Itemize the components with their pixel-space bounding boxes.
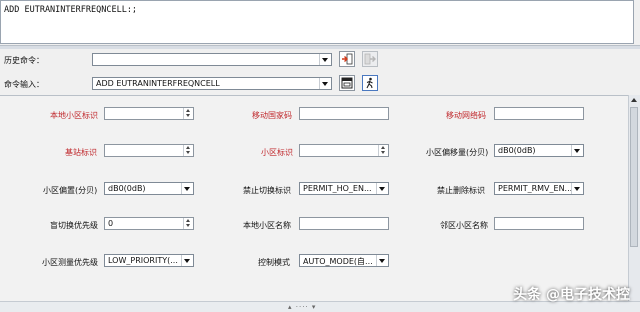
command-output-area[interactable]: ADD EUTRANINTERFREQNCELL:; [0,0,634,44]
local-cell-id-label: 本地小区标识 [50,111,98,120]
history-combo[interactable] [92,53,332,66]
ctrl-mode-label: 控制模式 [258,258,290,267]
chevron-down-icon[interactable] [319,54,331,65]
ctrl-mode-value: AUTO_MODE(自... [303,257,373,266]
command-value: ADD EUTRANINTERFREQNCELL [96,79,220,88]
cell-id-label: 小区标识 [261,148,293,157]
meas-priority-label: 小区测量优先级 [42,258,98,267]
cell-bias-label: 小区偏置(分贝) [43,186,98,195]
local-cell-name-input[interactable] [299,217,389,230]
grip-icon[interactable]: ▴ ···· ▾ [288,303,316,311]
cell-offset-label: 小区偏移量(分贝) [426,148,489,157]
no-ho-ind-value: PERMIT_HO_EN... [303,184,372,193]
chevron-down-icon[interactable] [376,255,388,266]
chevron-down-icon[interactable] [376,183,388,194]
mnc-input[interactable] [494,107,584,120]
local-cell-id-input[interactable] [104,107,194,120]
enodeb-id-label: 基站标识 [65,148,97,157]
chevron-down-icon[interactable] [571,145,583,156]
run-command-button[interactable] [362,75,378,91]
meas-priority-value: LOW_PRIORITY(... [108,256,178,265]
spinner-icon[interactable] [378,145,388,156]
spinner-icon[interactable] [183,218,193,229]
forward-icon [364,53,376,65]
blind-ho-priority-input[interactable]: 0 [104,217,194,230]
blind-ho-priority-label: 盲切换优先级 [50,221,98,230]
scroll-up-icon[interactable] [631,98,637,102]
blind-ho-priority-value: 0 [108,219,114,228]
mcc-input[interactable] [299,107,389,120]
command-combo[interactable]: ADD EUTRANINTERFREQNCELL [92,77,332,90]
history-label: 历史命令： [4,56,44,65]
cell-id-input[interactable] [299,144,389,157]
neighbour-cell-name-label: 邻区小区名称 [440,221,488,230]
ctrl-mode-select[interactable]: AUTO_MODE(自... [299,254,389,267]
splitter[interactable] [0,45,640,49]
no-ho-ind-label: 禁止切换标识 [243,186,291,195]
cell-offset-value: dB0(0dB) [498,146,536,155]
insert-history-button[interactable] [339,51,355,67]
no-ho-ind-select[interactable]: PERMIT_HO_EN... [299,182,389,195]
no-rmv-ind-value: PERMIT_RMV_EN... [498,184,573,193]
command-label: 命令输入： [4,80,44,89]
chevron-down-icon[interactable] [181,183,193,194]
watermark: 头条 @电子技术控 [513,287,630,303]
enodeb-id-input[interactable] [104,144,194,157]
chevron-down-icon[interactable] [571,183,583,194]
no-rmv-ind-select[interactable]: PERMIT_RMV_EN... [494,182,584,195]
command-output-text: ADD EUTRANINTERFREQNCELL:; [4,5,138,15]
cell-bias-select[interactable]: dB0(0dB) [104,182,194,195]
parameter-panel: 本地小区标识 移动国家码 移动网络码 基站标识 小区标识 小区偏移量(分贝) d… [0,95,628,302]
no-rmv-ind-label: 禁止删除标识 [437,186,485,195]
insert-icon [342,53,353,65]
chevron-down-icon[interactable] [181,255,193,266]
cell-bias-value: dB0(0dB) [108,184,146,193]
command-window-button[interactable] [339,75,355,91]
scroll-thumb[interactable] [630,107,638,247]
meas-priority-select[interactable]: LOW_PRIORITY(... [104,254,194,267]
spinner-icon[interactable] [183,145,193,156]
spinner-icon[interactable] [183,108,193,119]
chevron-down-icon[interactable] [319,78,331,89]
neighbour-cell-name-input[interactable] [494,217,584,230]
history-action-button[interactable] [362,51,378,67]
run-icon [366,77,373,89]
local-cell-name-label: 本地小区名称 [243,221,291,230]
window-icon [341,77,353,89]
mnc-label: 移动网络码 [446,111,486,120]
cell-offset-select[interactable]: dB0(0dB) [494,144,584,157]
vertical-scrollbar[interactable] [628,95,640,301]
mcc-label: 移动国家码 [252,111,292,120]
